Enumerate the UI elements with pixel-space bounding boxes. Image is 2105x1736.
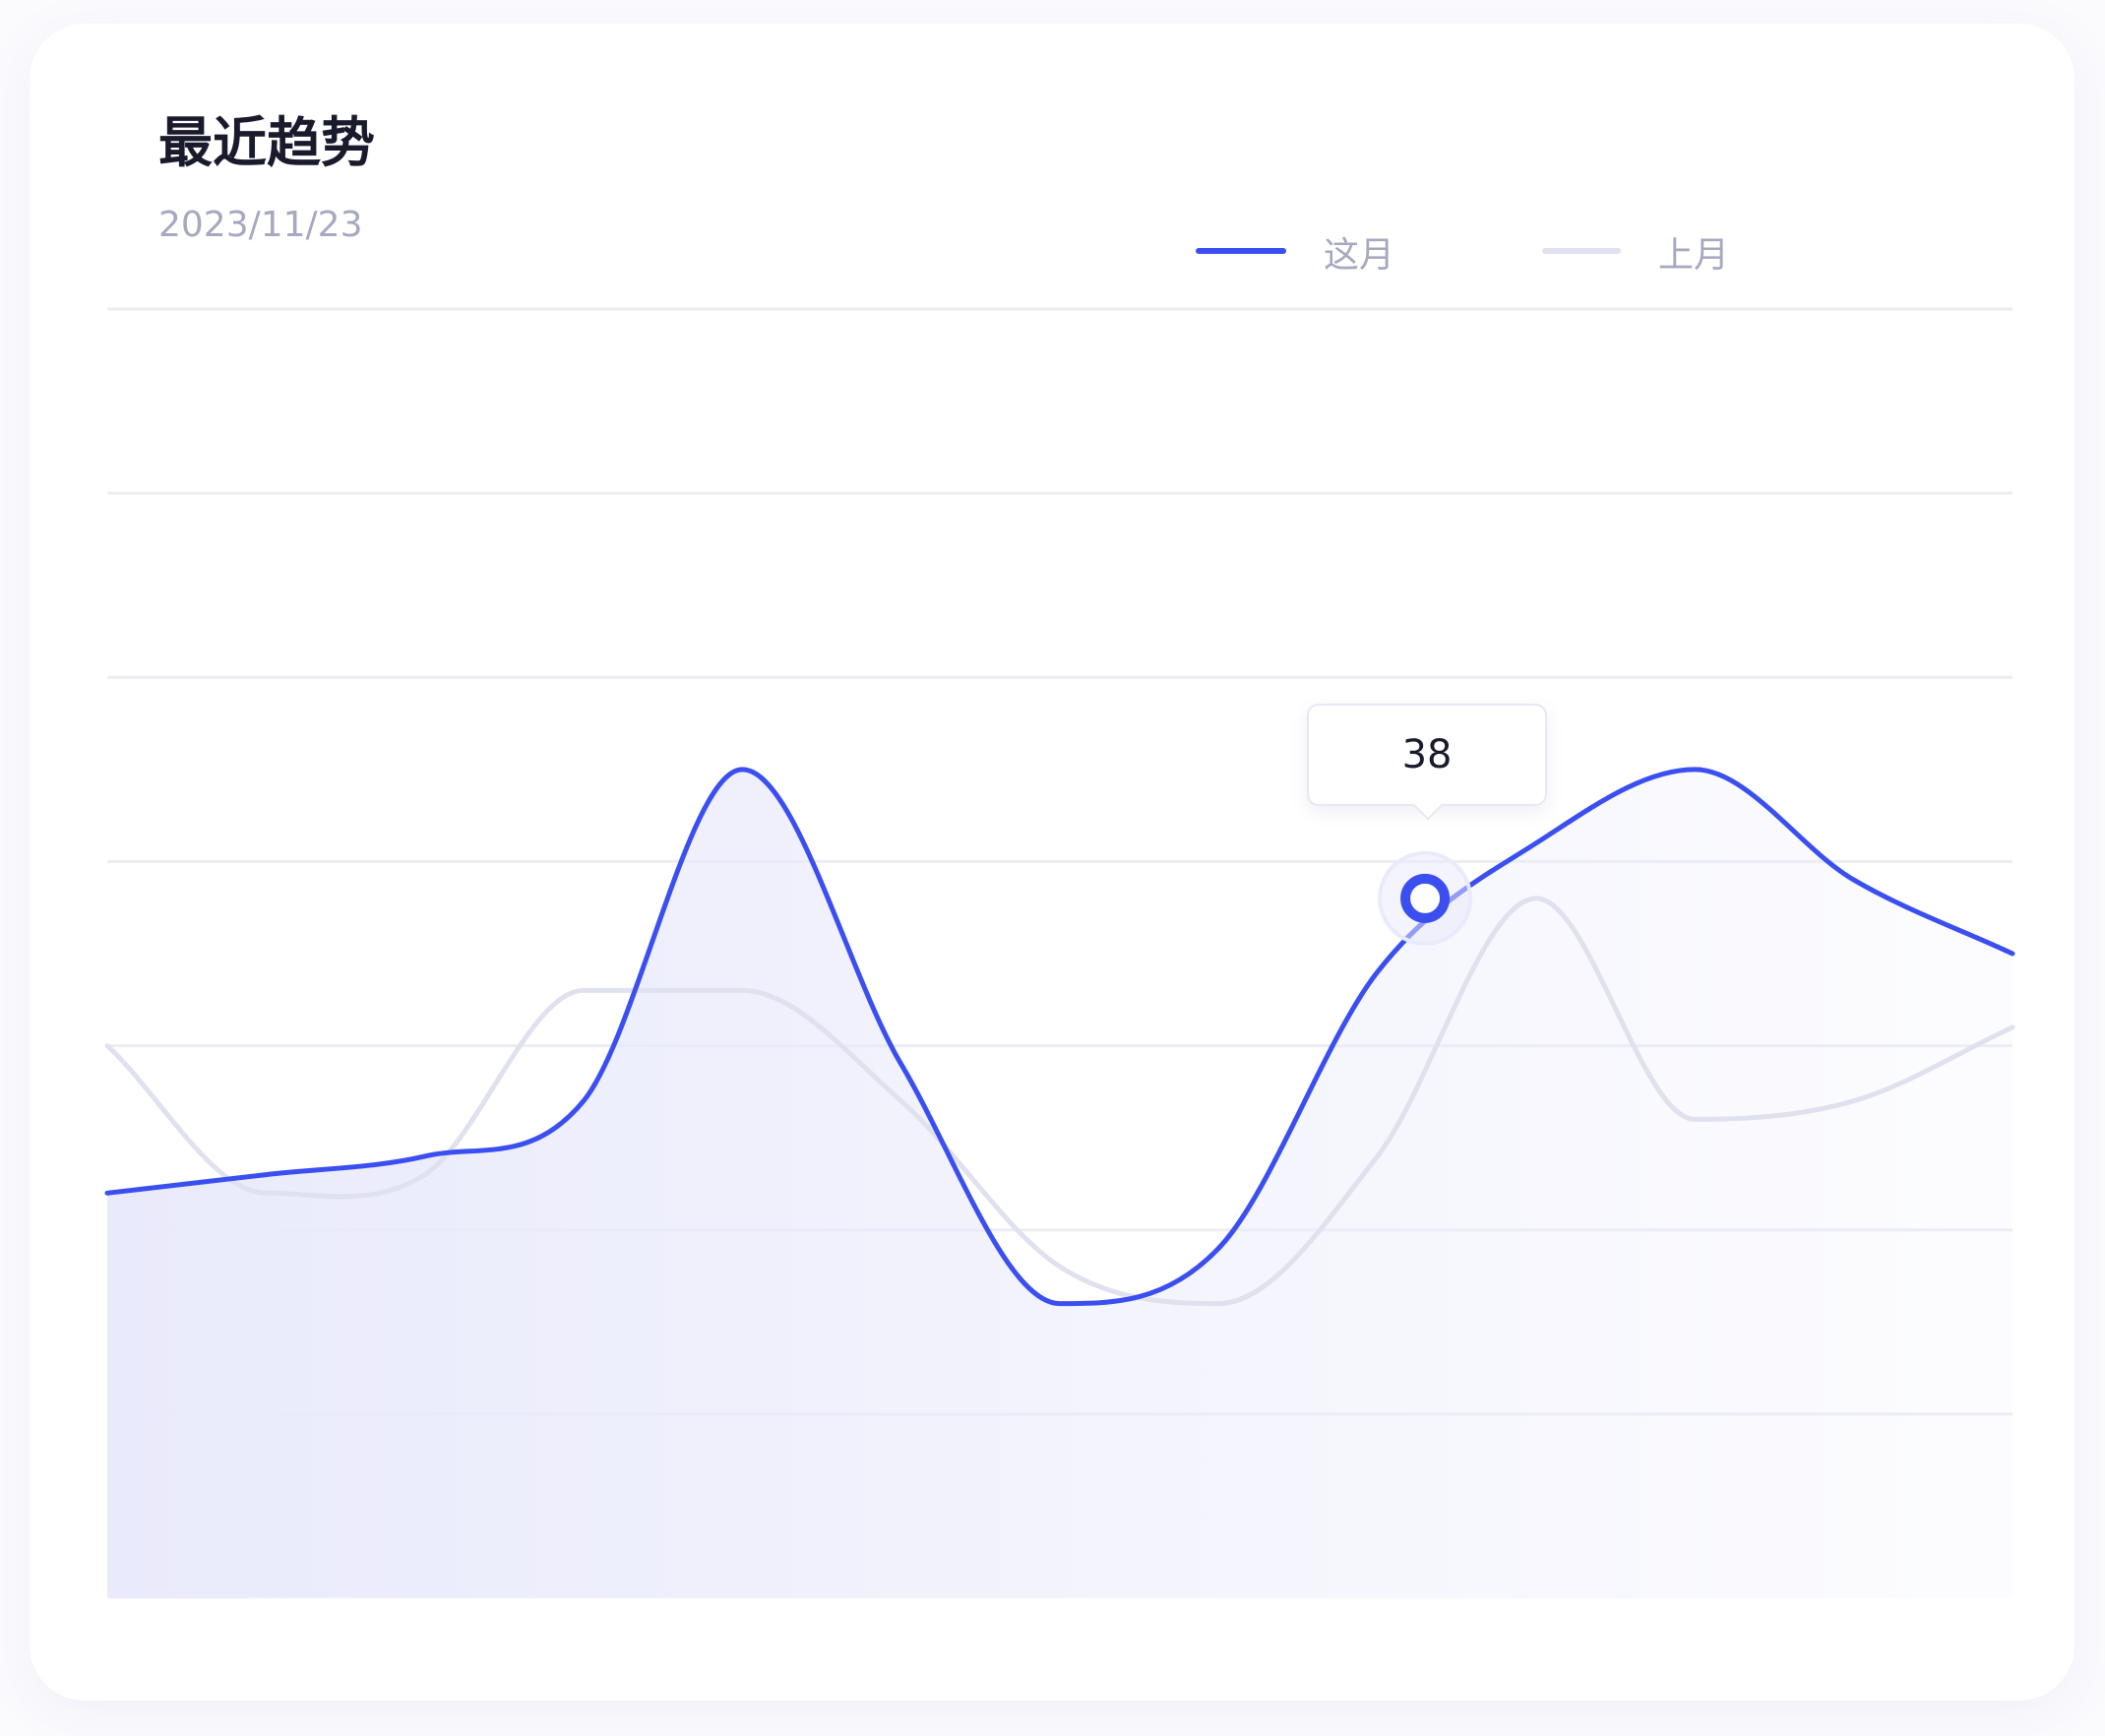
tooltip-value: 38 [1401, 731, 1453, 777]
series-this-month-area [107, 769, 2012, 1598]
line-chart [104, 307, 2015, 1598]
trend-card: 最近趋势 2023/11/23 这月 上月 38 [30, 24, 2074, 1701]
highlight-point [1400, 873, 1451, 923]
data-tooltip: 38 [1307, 703, 1548, 821]
